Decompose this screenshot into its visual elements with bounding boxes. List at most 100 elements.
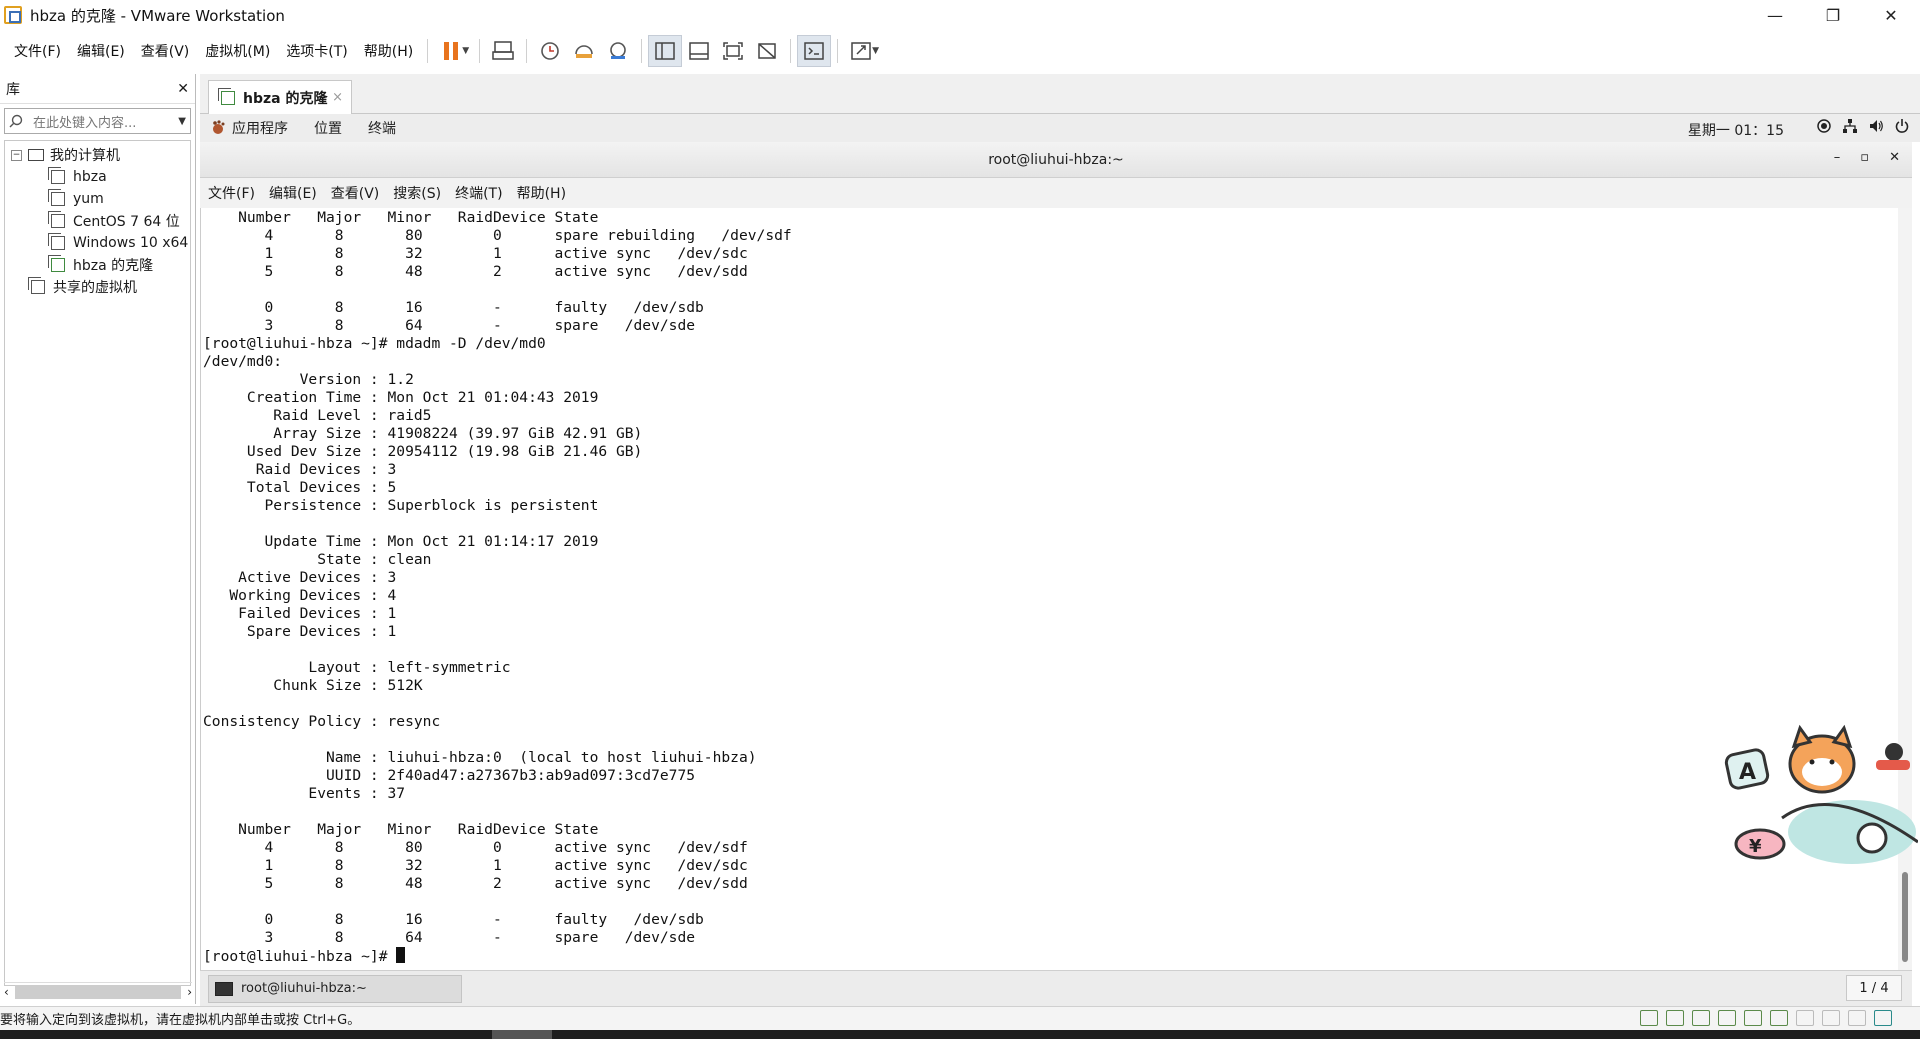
- terminal-line: 4 8 80 0 active sync /dev/sdf: [203, 839, 748, 856]
- menu-view[interactable]: 查看(V): [133, 41, 198, 61]
- scrollbar-thumb[interactable]: [1902, 872, 1908, 962]
- terminal-line: Events : 37: [203, 785, 406, 802]
- console-view-button[interactable]: [797, 35, 832, 67]
- vm-icon: [48, 167, 65, 184]
- stretch-icon: [851, 42, 871, 60]
- gnome-places-menu[interactable]: 位置: [314, 118, 342, 138]
- terminal-menu-edit[interactable]: 编辑(E): [269, 183, 317, 203]
- tab-hbza-clone[interactable]: hbza 的克隆 ×: [208, 80, 352, 114]
- menu-help[interactable]: 帮助(H): [356, 41, 421, 61]
- menu-edit[interactable]: 编辑(E): [69, 41, 133, 61]
- terminal-line: Number Major Minor RaidDevice State: [203, 209, 599, 226]
- record-icon[interactable]: [1816, 118, 1832, 134]
- hdd-icon[interactable]: [1770, 1010, 1788, 1026]
- terminal-prompt-line[interactable]: [root@liuhui-hbza ~]#: [203, 947, 792, 966]
- snapshot-revert-icon: [575, 45, 593, 58]
- vm-icon: [48, 233, 65, 250]
- terminal-line: 0 8 16 - faulty /dev/sdb: [203, 911, 704, 928]
- toolbar-separator: [641, 39, 643, 63]
- cd-icon[interactable]: [1796, 1010, 1814, 1026]
- library-horizontal-scrollbar[interactable]: ‹ ›: [4, 982, 192, 1000]
- toolbar-separator: [427, 39, 429, 63]
- terminal-line: Layout : left-symmetric: [203, 659, 511, 676]
- menu-tabs[interactable]: 选项卡(T): [278, 41, 355, 61]
- network-icon[interactable]: [1842, 118, 1858, 134]
- tab-close-icon[interactable]: ×: [332, 90, 343, 105]
- scrollbar-thumb[interactable]: [14, 984, 182, 999]
- host-taskbar-segment: [492, 1030, 552, 1039]
- stretch-dropdown-caret[interactable]: ▼: [872, 46, 879, 56]
- hdd-icon[interactable]: [1692, 1010, 1710, 1026]
- library-close-button[interactable]: ✕: [177, 81, 189, 97]
- library-search-input[interactable]: 在此处键入内容... ▼: [4, 108, 191, 134]
- tree-item-label: Windows 10 x64: [73, 235, 189, 251]
- toolbar-separator: [790, 39, 792, 63]
- take-snapshot-button[interactable]: [533, 35, 567, 67]
- terminal-minimize-button[interactable]: –: [1834, 150, 1841, 165]
- terminal-line: Version : 1.2: [203, 371, 414, 388]
- scroll-right-icon[interactable]: ›: [187, 985, 192, 999]
- terminal-menu-file[interactable]: 文件(F): [208, 183, 255, 203]
- send-keys-icon: [492, 41, 514, 60]
- terminal-close-button[interactable]: ✕: [1889, 150, 1900, 165]
- terminal-output: Number Major Minor RaidDevice State 4 8 …: [203, 209, 792, 966]
- show-library-button[interactable]: [648, 35, 683, 67]
- power-icon[interactable]: [1894, 118, 1910, 134]
- snapshot-manager-button[interactable]: [601, 35, 635, 67]
- terminal-line: Raid Devices : 3: [203, 461, 397, 478]
- hdd-icon[interactable]: [1666, 1010, 1684, 1026]
- terminal-output-area[interactable]: Number Major Minor RaidDevice State 4 8 …: [200, 208, 1912, 970]
- workspace-pager[interactable]: 1 / 4: [1846, 975, 1902, 1001]
- chevron-down-icon[interactable]: ▼: [178, 116, 186, 127]
- terminal-line: Spare Devices : 1: [203, 623, 397, 640]
- restore-button[interactable]: ❐: [1804, 0, 1862, 30]
- terminal-line: 1 8 32 1 active sync /dev/sdc: [203, 857, 748, 874]
- tree-item-my-computer[interactable]: − 我的计算机: [5, 144, 190, 166]
- terminal-line: Update Time : Mon Oct 21 01:14:17 2019: [203, 533, 599, 550]
- revert-snapshot-button[interactable]: [567, 35, 601, 67]
- library-search-placeholder: 在此处键入内容...: [33, 115, 137, 131]
- menu-vm[interactable]: 虚拟机(M): [197, 41, 278, 61]
- tree-item-vm-windows10[interactable]: Windows 10 x64: [5, 232, 190, 254]
- terminal-maximize-button[interactable]: ▫: [1860, 150, 1869, 165]
- terminal-menu-view[interactable]: 查看(V): [331, 183, 380, 203]
- volume-icon[interactable]: [1868, 118, 1884, 134]
- pause-dropdown-caret[interactable]: ▼: [462, 46, 469, 56]
- terminal-menu-search[interactable]: 搜索(S): [393, 183, 441, 203]
- hdd-icon[interactable]: [1718, 1010, 1736, 1026]
- tree-item-vm-hbza-clone[interactable]: hbza 的克隆: [5, 254, 190, 276]
- vmware-statusbar: 要将输入定向到该虚拟机，请在虚拟机内部单击或按 Ctrl+G。: [0, 1006, 1920, 1030]
- send-ctrl-alt-del-button[interactable]: [486, 35, 520, 67]
- usb-icon[interactable]: [1848, 1010, 1866, 1026]
- hdd-icon[interactable]: [1640, 1010, 1658, 1026]
- menu-file[interactable]: 文件(F): [6, 41, 69, 61]
- scroll-left-icon[interactable]: ‹: [4, 985, 9, 999]
- hdd-icon[interactable]: [1744, 1010, 1762, 1026]
- network-adapter-icon[interactable]: [1822, 1010, 1840, 1026]
- pause-icon: [444, 42, 459, 60]
- message-log-icon[interactable]: [1874, 1010, 1892, 1026]
- tree-item-vm-hbza[interactable]: hbza: [5, 166, 190, 188]
- taskbar-item-terminal[interactable]: root@liuhui-hbza:~: [208, 974, 462, 1003]
- terminal-menu-terminal[interactable]: 终端(T): [455, 183, 502, 203]
- gnome-clock[interactable]: 星期一 01：15: [1688, 120, 1784, 140]
- terminal-line: 3 8 64 - spare /dev/sde: [203, 317, 696, 334]
- tree-item-vm-yum[interactable]: yum: [5, 188, 190, 210]
- collapse-icon[interactable]: −: [11, 149, 22, 161]
- fullscreen-button[interactable]: [716, 35, 750, 67]
- minimize-button[interactable]: —: [1746, 0, 1804, 30]
- close-button[interactable]: ✕: [1862, 0, 1920, 30]
- gnome-top-panel: 应用程序 位置 终端 星期一 01：15: [200, 114, 1920, 142]
- svg-text:¥: ¥: [1749, 836, 1762, 857]
- terminal-icon: [215, 981, 233, 996]
- terminal-line: Name : liuhui-hbza:0 (local to host liuh…: [203, 749, 757, 766]
- unity-button[interactable]: [750, 35, 784, 67]
- tree-item-label: CentOS 7 64 位: [73, 214, 180, 230]
- terminal-line: [root@liuhui-hbza ~]# mdadm -D /dev/md0: [203, 335, 546, 352]
- thumbnail-bar-button[interactable]: [682, 35, 716, 67]
- tree-item-shared-vms[interactable]: 共享的虚拟机: [5, 276, 190, 298]
- gnome-applications-menu[interactable]: 应用程序: [232, 118, 288, 138]
- tree-item-vm-centos[interactable]: CentOS 7 64 位: [5, 210, 190, 232]
- terminal-menu-help[interactable]: 帮助(H): [517, 183, 566, 203]
- gnome-terminal-menu[interactable]: 终端: [368, 118, 396, 138]
